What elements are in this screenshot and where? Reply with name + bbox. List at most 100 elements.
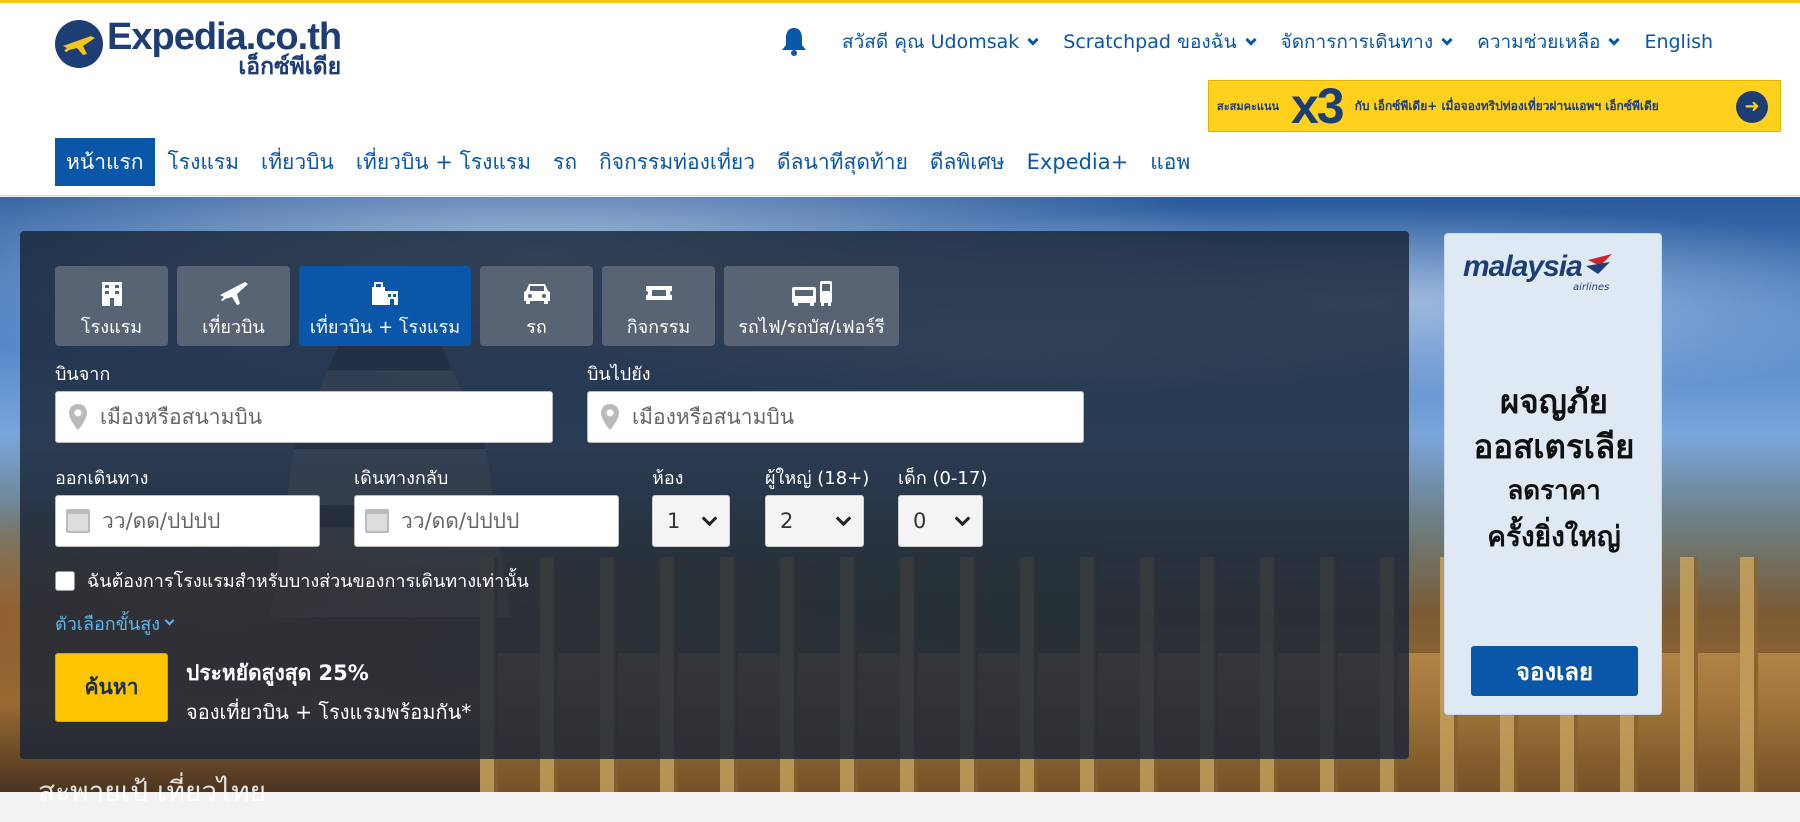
app-promo-banner[interactable]: สะสมคะแนน x3 กับ เอ็กซ์พีเดีย+ เมื่อจองท… — [1208, 80, 1781, 132]
chevron-down-icon — [835, 510, 852, 526]
adults-select[interactable]: 2 — [765, 495, 864, 547]
to-field[interactable] — [587, 391, 1084, 443]
nav-home[interactable]: หน้าแรก — [55, 138, 155, 186]
help-menu-label: ความช่วยเหลือ — [1477, 31, 1601, 53]
bell-icon[interactable] — [780, 26, 810, 58]
adults-label: ผู้ใหญ่ (18+) — [765, 468, 870, 489]
partial-hotel-checkbox-row: ฉันต้องการโรงแรมสำหรับบางส่วนของการเดินท… — [55, 566, 529, 595]
main-nav: หน้าแรก โรงแรม เที่ยวบิน เที่ยวบิน + โรง… — [55, 138, 1201, 186]
flight-hotel-icon — [299, 278, 471, 308]
account-menu-label: สวัสดี คุณ Udomsak — [842, 31, 1020, 53]
calendar-icon — [66, 509, 90, 533]
adults-value: 2 — [780, 509, 794, 533]
manage-trips-menu[interactable]: จัดการการเดินทาง — [1280, 27, 1453, 57]
chevron-down-icon — [1608, 33, 1621, 46]
search-panel: โรงแรม เที่ยวบิน เที่ยวบิน + โรงแรม รถ ก… — [20, 231, 1409, 759]
malaysia-airlines-ad[interactable]: malaysia airlines ผจญภัย ออสเตรเลีย ลดรา… — [1444, 233, 1662, 715]
nav-app[interactable]: แอพ — [1139, 138, 1201, 186]
chevron-down-icon — [1441, 33, 1453, 46]
location-pin-icon — [601, 404, 619, 430]
utility-nav: สวัสดี คุณ Udomsak Scratchpad ของฉัน จัด… — [780, 25, 1739, 59]
promo-right-text: กับ เอ็กซ์พีเดีย+ เมื่อจองทริปท่องเที่ยว… — [1354, 98, 1659, 113]
savings-message: ประหยัดสูงสุด 25% จองเที่ยวบิน + โรงแรมพ… — [186, 657, 471, 728]
to-label: บินไปยัง — [587, 364, 651, 385]
rooms-select[interactable]: 1 — [652, 495, 730, 547]
search-tabs: โรงแรม เที่ยวบิน เที่ยวบิน + โรงแรม รถ ก… — [55, 266, 908, 346]
children-select[interactable]: 0 — [898, 495, 983, 547]
nav-flights[interactable]: เที่ยวบิน — [250, 138, 345, 186]
nav-activities[interactable]: กิจกรรมท่องเที่ยว — [588, 138, 766, 186]
to-input[interactable] — [632, 405, 1083, 429]
ticket-icon — [602, 278, 715, 308]
tab-hotels-label: โรงแรม — [80, 317, 143, 338]
children-value: 0 — [913, 509, 927, 533]
search-button[interactable]: ค้นหา — [55, 653, 168, 722]
help-menu[interactable]: ความช่วยเหลือ — [1477, 27, 1621, 57]
hotel-icon — [55, 278, 168, 308]
tab-cars[interactable]: รถ — [480, 266, 593, 346]
tab-train-bus-ferry-label: รถไฟ/รถบัส/เฟอร์รี — [738, 317, 885, 338]
calendar-icon — [365, 509, 389, 533]
from-input[interactable] — [100, 405, 552, 429]
promo-multiplier: x3 — [1290, 80, 1345, 132]
tab-activities-label: กิจกรรม — [626, 317, 691, 338]
tab-flight-hotel-label: เที่ยวบิน + โรงแรม — [309, 317, 461, 338]
rooms-label: ห้อง — [652, 468, 684, 489]
nav-cars[interactable]: รถ — [542, 138, 588, 186]
return-label: เดินทางกลับ — [354, 468, 449, 489]
advanced-options-link[interactable]: ตัวเลือกขั้นสูง — [55, 609, 175, 638]
chevron-down-icon — [954, 510, 971, 526]
ad-line-4: ครั้งยิ่งใหญ่ — [1487, 520, 1621, 553]
tab-flights-label: เที่ยวบิน — [202, 317, 265, 338]
chevron-down-icon — [1027, 33, 1039, 46]
account-menu[interactable]: สวัสดี คุณ Udomsak — [842, 27, 1039, 57]
return-input[interactable] — [401, 509, 618, 533]
kite-logo-icon — [1585, 254, 1612, 274]
ad-brand-sub: airlines — [1573, 282, 1610, 293]
partial-hotel-checkbox[interactable] — [55, 570, 75, 591]
depart-input[interactable] — [102, 509, 319, 533]
return-field[interactable] — [354, 495, 619, 547]
tab-activities[interactable]: กิจกรรม — [602, 266, 715, 346]
tab-flight-hotel[interactable]: เที่ยวบิน + โรงแรม — [299, 266, 471, 346]
expedia-logo[interactable]: Expedia.co.th เอ็กซ์พีเดีย — [55, 16, 342, 80]
depart-field[interactable] — [55, 495, 320, 547]
car-icon — [480, 278, 593, 308]
page-bottom-band — [0, 792, 1800, 822]
tab-hotels[interactable]: โรงแรม — [55, 266, 168, 346]
language-link[interactable]: English — [1644, 31, 1713, 53]
scratchpad-menu[interactable]: Scratchpad ของฉัน — [1063, 27, 1257, 57]
location-pin-icon — [69, 404, 87, 430]
from-label: บินจาก — [55, 364, 111, 385]
nav-flight-hotel[interactable]: เที่ยวบิน + โรงแรม — [345, 138, 542, 186]
nav-hotels[interactable]: โรงแรม — [157, 138, 250, 186]
savings-subtext: จองเที่ยวบิน + โรงแรมพร้อมกัน* — [186, 700, 472, 724]
nav-expedia-plus[interactable]: Expedia+ — [1016, 138, 1140, 186]
tab-train-bus-ferry[interactable]: รถไฟ/รถบัส/เฟอร์รี — [724, 266, 899, 346]
ad-line-2: ออสเตรเลีย — [1473, 427, 1635, 466]
tab-flights[interactable]: เที่ยวบิน — [177, 266, 290, 346]
book-now-button[interactable]: จองเลย — [1471, 646, 1638, 696]
tab-cars-label: รถ — [526, 317, 547, 338]
malaysia-airlines-logo: malaysia airlines — [1463, 250, 1618, 293]
logo-text: Expedia.co.th — [107, 16, 342, 58]
scratchpad-menu-label: Scratchpad ของฉัน — [1063, 31, 1237, 53]
arrow-right-icon: ➜ — [1736, 91, 1768, 123]
nav-last-minute[interactable]: ดีลนาทีสุดท้าย — [766, 138, 919, 186]
plane-icon — [177, 278, 290, 308]
advanced-options-label: ตัวเลือกขั้นสูง — [55, 614, 161, 635]
nav-deals[interactable]: ดีลพิเศษ — [919, 138, 1016, 186]
globe-plane-icon — [55, 20, 103, 68]
logo-thai-text: เอ็กซ์พีเดีย — [238, 54, 342, 80]
double-chevron-down-icon — [164, 615, 175, 626]
promo-left-text: สะสมคะแนน — [1217, 100, 1279, 113]
rooms-value: 1 — [667, 509, 681, 533]
ad-headline: ผจญภัย ออสเตรเลีย ลดราคา ครั้งยิ่งใหญ่ — [1445, 379, 1661, 560]
children-label: เด็ก (0-17) — [898, 468, 988, 489]
manage-trips-label: จัดการการเดินทาง — [1280, 31, 1434, 53]
from-field[interactable] — [55, 391, 553, 443]
hero-caption: สะพายเป้ เที่ยวไทย — [38, 775, 267, 808]
ad-brand: malaysia — [1463, 250, 1583, 283]
train-bus-icon — [724, 278, 899, 308]
ad-line-1: ผจญภัย — [1500, 382, 1608, 421]
